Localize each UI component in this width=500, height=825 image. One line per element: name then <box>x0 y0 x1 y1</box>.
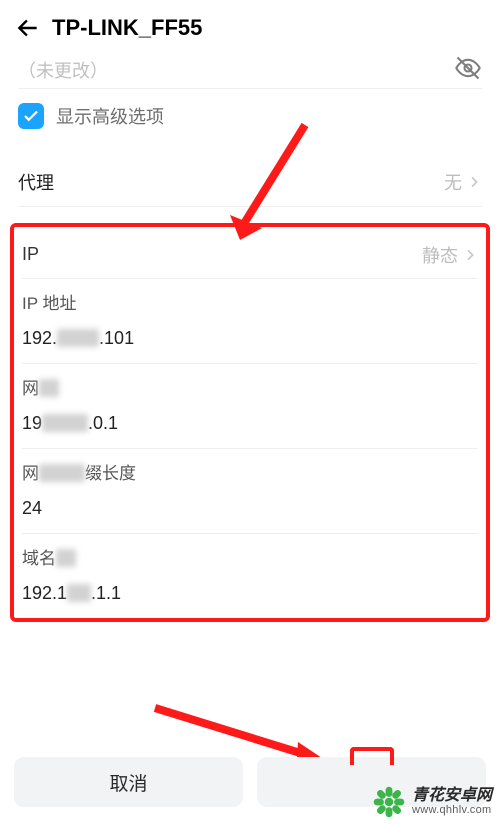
dns-label: 域名 <box>22 544 478 569</box>
watermark: 青花安卓网 www.qhhlv.com <box>372 785 492 819</box>
chevron-right-icon <box>466 174 482 190</box>
cancel-button[interactable]: 取消 <box>14 757 243 807</box>
cancel-button-label: 取消 <box>109 769 147 796</box>
ip-protocol-value: 静态 <box>422 242 458 268</box>
ip-protocol-label: IP <box>22 244 422 265</box>
back-button[interactable] <box>6 6 50 50</box>
dns-value: 192.1.1.1 <box>22 583 478 604</box>
password-field-cropped: （未更改） <box>18 56 482 84</box>
proxy-row[interactable]: 代理 无 <box>18 157 482 207</box>
ip-protocol-row[interactable]: IP 静态 <box>22 235 478 279</box>
proxy-label: 代理 <box>18 169 444 195</box>
ip-address-value: 192..101 <box>22 328 478 349</box>
advanced-options-checkbox[interactable] <box>18 103 44 129</box>
page-title: TP-LINK_FF55 <box>52 15 202 41</box>
gateway-label: 网 <box>22 374 478 399</box>
dns-field[interactable]: 域名 192.1.1.1 <box>22 544 478 604</box>
prefix-length-field[interactable]: 网缀长度 24 <box>22 459 478 519</box>
watermark-title: 青花安卓网 <box>412 788 492 805</box>
annotation-highlight <box>350 747 394 765</box>
advanced-options-label: 显示高级选项 <box>56 103 164 129</box>
visibility-off-icon[interactable] <box>454 54 482 82</box>
prefix-length-value: 24 <box>22 498 478 519</box>
prefix-length-label: 网缀长度 <box>22 459 478 484</box>
password-placeholder: （未更改） <box>18 57 108 83</box>
watermark-logo-icon <box>372 785 406 819</box>
ip-address-field[interactable]: IP 地址 192..101 <box>22 289 478 349</box>
gateway-field[interactable]: 网 19.0.1 <box>22 374 478 434</box>
title-bar: TP-LINK_FF55 <box>0 0 500 56</box>
ip-address-label: IP 地址 <box>22 289 478 314</box>
watermark-url: www.qhhlv.com <box>412 805 492 817</box>
advanced-options-row[interactable]: 显示高级选项 <box>0 89 500 133</box>
gateway-value: 19.0.1 <box>22 413 478 434</box>
proxy-value: 无 <box>444 169 462 195</box>
ip-settings-highlight: IP 静态 IP 地址 192..101 网 19.0.1 网缀长度 24 域名… <box>10 223 490 622</box>
chevron-right-icon <box>462 247 478 263</box>
